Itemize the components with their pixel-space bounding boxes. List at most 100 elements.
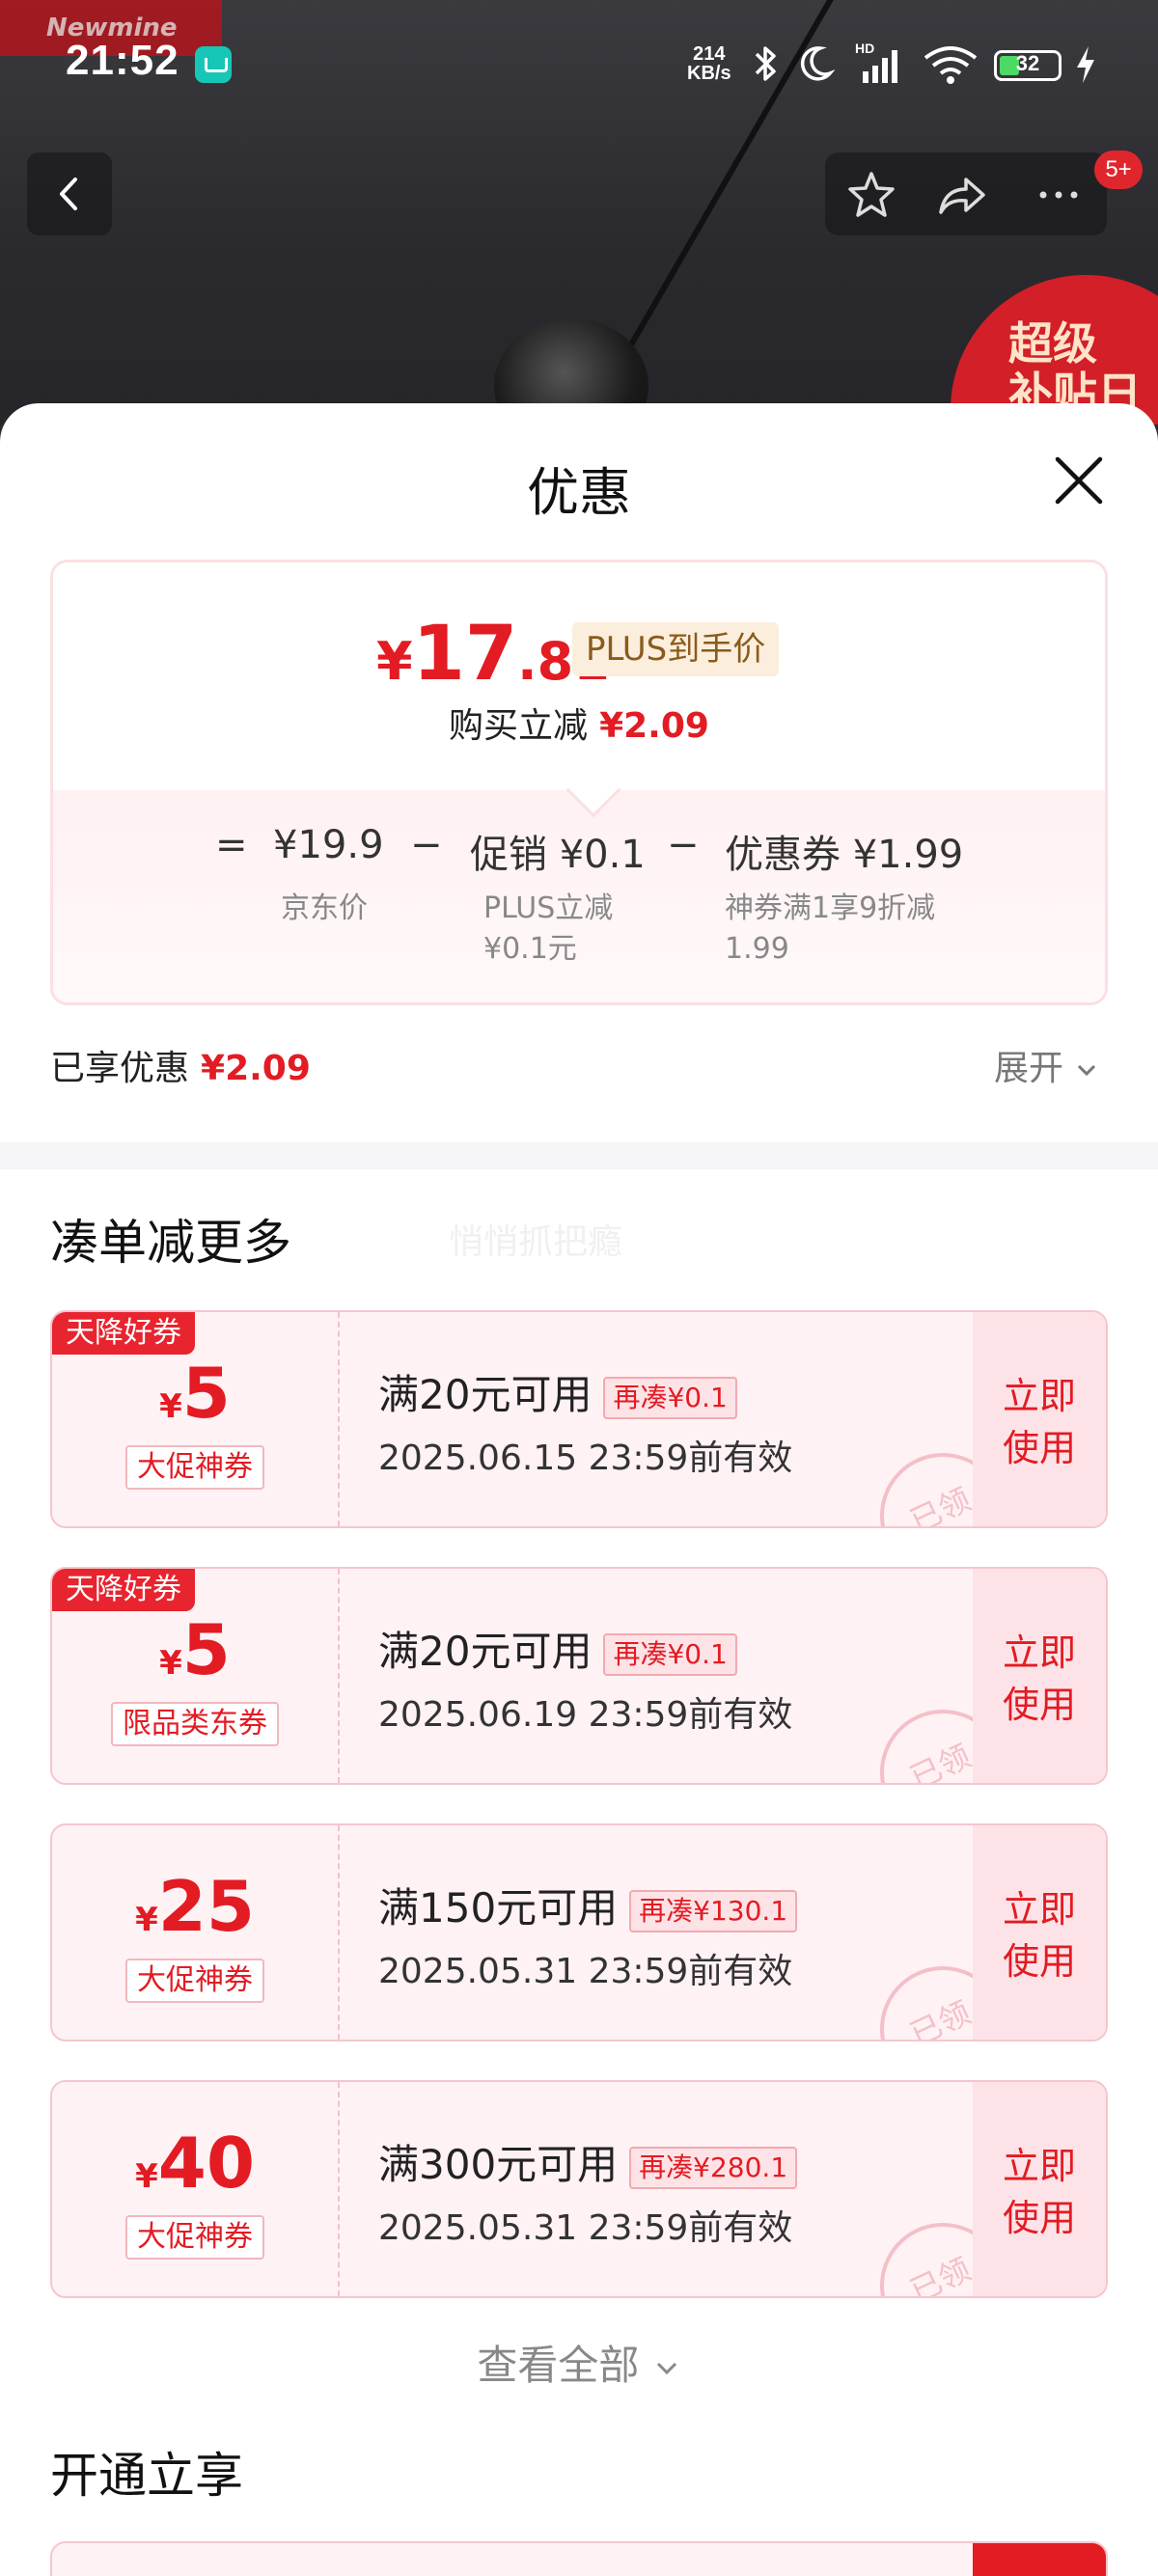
moon-icon — [800, 46, 836, 81]
message-count-badge: 5+ — [1094, 151, 1143, 189]
price-integer: 17 — [412, 611, 518, 698]
coupon-expiry: 2025.05.31 23:59前有效 — [378, 1952, 793, 1991]
use-coupon-button[interactable]: 立即 使用 — [973, 2082, 1106, 2296]
coupon-amount: ¥40 — [52, 2123, 338, 2204]
coupon-value-area: ¥40 大促神券 — [52, 2082, 340, 2296]
more-section-title: 凑单减更多 — [50, 1215, 291, 1271]
chevron-down-icon — [656, 2362, 676, 2375]
coupon-condition: 满150元可用 再凑¥130.1 — [378, 1876, 798, 1934]
plus-discount-label: PLUS立减 — [483, 891, 614, 925]
close-icon — [1055, 456, 1103, 505]
net-speed: 214 KB/s — [687, 44, 731, 83]
reduce-label: 购买立减 — [449, 706, 589, 746]
chevron-down-icon — [1078, 1064, 1096, 1077]
coupon-kind: 限品类东券 — [111, 1702, 279, 1746]
coupon-currency: ¥ — [159, 1644, 182, 1683]
expand-toggle[interactable]: 展开 — [994, 1040, 1099, 1090]
formula-equals: = — [215, 823, 248, 867]
coupon-card: 天降好券 ¥5 限品类东券 满20元可用 再凑¥0.1 2025.06.19 23:59前… — [50, 1567, 1108, 1785]
price-breakdown-card: ¥17.81 PLUS到手价 购买立减 ¥2.09 = ¥19.9 − 促销 ¥0… — [50, 560, 1108, 1005]
jd-price-label: 京东价 — [281, 891, 368, 925]
coupon-condition-text: 满20元可用 — [378, 1371, 593, 1418]
coupon-amount: ¥5 — [52, 1353, 338, 1434]
coupon-kind: 大促神券 — [125, 1959, 264, 2003]
coupon-currency: ¥ — [135, 1901, 158, 1939]
use-label-1: 立即 — [1002, 1631, 1076, 1674]
price-currency: ¥ — [376, 631, 413, 692]
use-coupon-button[interactable]: 立即 使用 — [973, 1825, 1106, 2040]
use-label-2: 使用 — [1002, 1684, 1076, 1726]
formula-jd-price: ¥19.9 — [273, 823, 384, 867]
coupon-value-area: ¥25 大促神券 — [52, 1825, 340, 2040]
coupon-condition: 满300元可用 再凑¥280.1 — [378, 2132, 798, 2191]
coupon-expiry: 2025.06.19 23:59前有效 — [378, 1695, 793, 1735]
charging-icon — [1077, 46, 1094, 83]
expand-label: 展开 — [994, 1049, 1064, 1088]
clock: 21:52 — [66, 37, 179, 84]
net-speed-unit: KB/s — [687, 63, 731, 84]
wifi-icon — [924, 46, 978, 84]
share-icon[interactable] — [933, 168, 991, 222]
coupon-amount-value: 25 — [157, 1866, 255, 1947]
cart-app-icon — [195, 46, 232, 83]
formula-minus-2: − — [667, 823, 700, 867]
coupon-kind: 大促神券 — [125, 2215, 264, 2260]
enjoyed-discount: 已享优惠 ¥2.09 — [50, 1040, 311, 1090]
nav-action-group — [825, 152, 1107, 235]
coupon-kind: 大促神券 — [125, 1445, 264, 1490]
coupon-expiry: 2025.06.15 23:59前有效 — [378, 1439, 793, 1478]
back-button[interactable] — [27, 152, 112, 235]
coupon-condition: 满20元可用 再凑¥0.1 — [378, 1362, 737, 1421]
open-benefit-card[interactable] — [50, 2541, 1108, 2576]
formula-promo: 促销 ¥0.1 — [470, 833, 646, 877]
promo-badge[interactable]: 超级 补贴日 — [951, 275, 1158, 425]
status-bar: 21:52 214 KB/s HD 32 — [0, 37, 1158, 95]
reduce-value: ¥2.09 — [599, 706, 709, 746]
coupon-amount-value: 5 — [181, 1609, 231, 1690]
enjoyed-value: ¥2.09 — [201, 1049, 311, 1088]
coupon-value-area: 天降好券 ¥5 大促神券 — [52, 1312, 340, 1526]
coupon-currency: ¥ — [159, 1387, 182, 1426]
coupon-condition-text: 满20元可用 — [378, 1628, 593, 1675]
use-label-2: 使用 — [1002, 1940, 1076, 1983]
price-summary: ¥17.81 PLUS到手价 购买立减 ¥2.09 — [53, 562, 1105, 790]
use-coupon-button[interactable]: 立即 使用 — [973, 1312, 1106, 1526]
coupon-condition: 满20元可用 再凑¥0.1 — [378, 1619, 737, 1678]
open-benefit-action[interactable] — [973, 2543, 1106, 2576]
plus-price-tag: PLUS到手价 — [572, 622, 780, 676]
see-all-button[interactable]: 查看全部 — [0, 2333, 1158, 2392]
use-label-1: 立即 — [1002, 2145, 1076, 2187]
use-label-2: 使用 — [1002, 1427, 1076, 1469]
battery-indicator: 32 — [994, 50, 1062, 81]
coupon-card: ¥40 大促神券 满300元可用 再凑¥280.1 2025.05.31 23:59前有… — [50, 2080, 1108, 2298]
more-icon[interactable] — [1030, 168, 1088, 222]
open-section-title: 开通立享 — [50, 2448, 243, 2504]
coupon-expiry: 2025.05.31 23:59前有效 — [378, 2208, 793, 2248]
coupon-more-needed: 再凑¥0.1 — [603, 1632, 737, 1676]
coupon-amount: ¥25 — [52, 1866, 338, 1947]
coupon-tag: 天降好券 — [52, 1312, 195, 1355]
coupon-amount: ¥5 — [52, 1609, 338, 1690]
favorite-star-icon[interactable] — [844, 168, 898, 222]
coupon-card: 天降好券 ¥5 大促神券 满20元可用 再凑¥0.1 2025.06.15 23:59前有… — [50, 1310, 1108, 1528]
coupon-desc-line2: 1.99 — [725, 932, 789, 966]
use-coupon-button[interactable]: 立即 使用 — [973, 1569, 1106, 1783]
plus-discount-value: ¥0.1元 — [483, 932, 577, 966]
formula-coupon: 优惠券 ¥1.99 — [725, 833, 964, 877]
coupon-amount-value: 5 — [181, 1353, 231, 1434]
battery-level: 32 — [1015, 51, 1040, 75]
coupon-more-needed: 再凑¥0.1 — [603, 1376, 737, 1419]
chevron-left-icon — [60, 178, 77, 210]
net-speed-value: 214 — [693, 43, 726, 65]
coupon-condition-text: 满150元可用 — [378, 1884, 619, 1932]
coupon-more-needed: 再凑¥280.1 — [629, 2146, 798, 2189]
bluetooth-icon — [755, 46, 776, 81]
coupon-more-needed: 再凑¥130.1 — [629, 1889, 798, 1932]
coupon-amount-value: 40 — [157, 2123, 255, 2204]
enjoyed-label: 已享优惠 — [50, 1049, 190, 1088]
coupon-card: ¥25 大促神券 满150元可用 再凑¥130.1 2025.05.31 23:59前有… — [50, 1823, 1108, 2042]
sheet-title: 优惠 — [527, 462, 631, 523]
purchase-reduction: 购买立减 ¥2.09 — [53, 698, 1105, 748]
close-button[interactable] — [1050, 452, 1108, 509]
coupon-currency: ¥ — [135, 2157, 158, 2196]
